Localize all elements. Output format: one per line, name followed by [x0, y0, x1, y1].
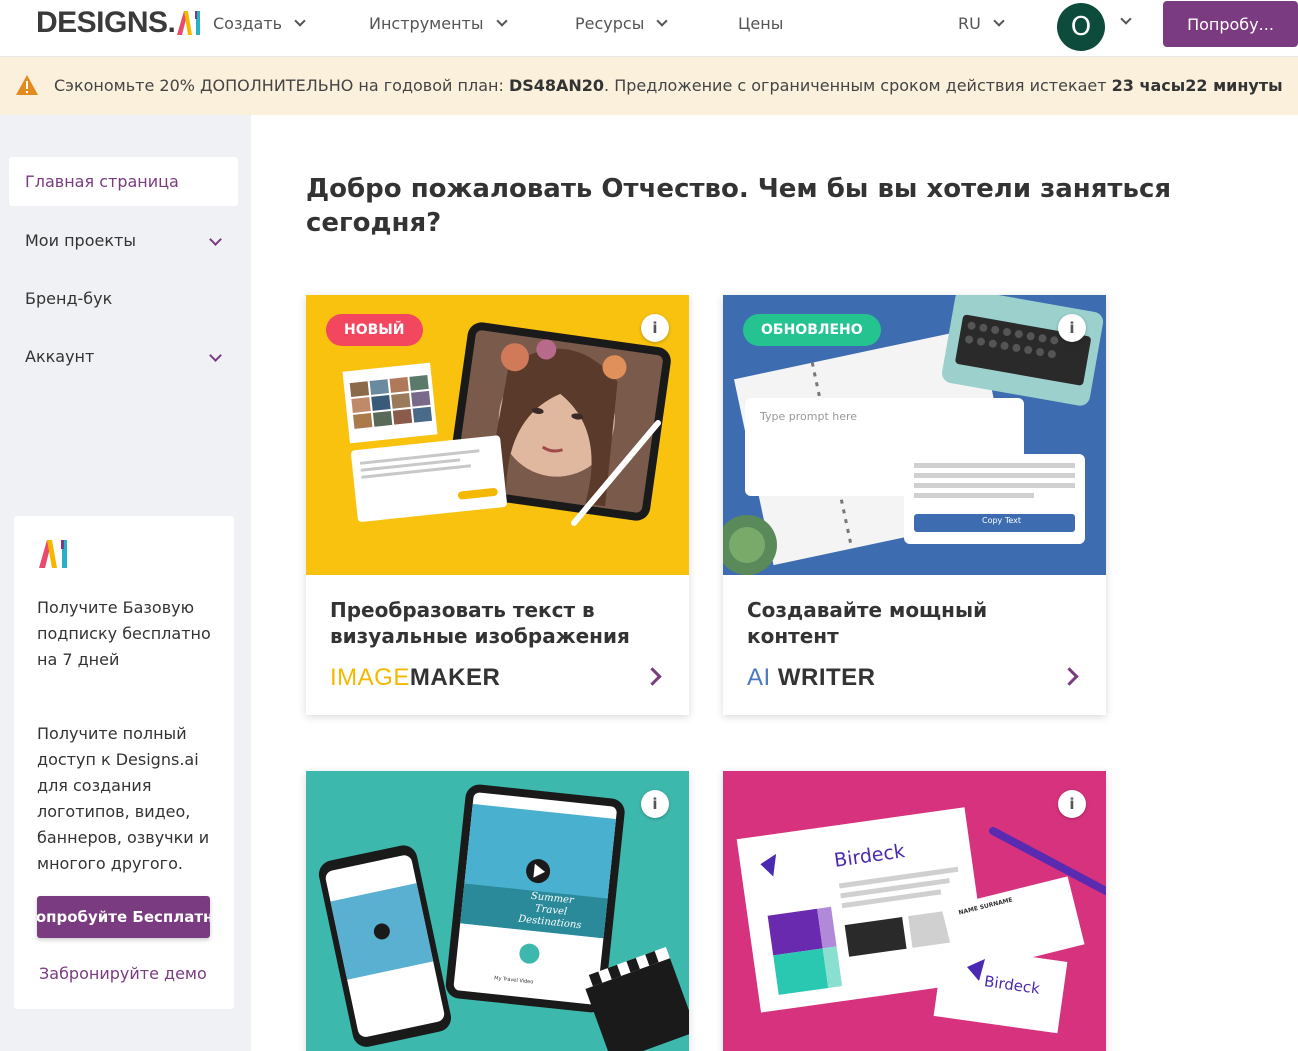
brand-light-text: AI: [747, 664, 771, 691]
logo-ai-mark-icon: [177, 11, 201, 35]
nav-pricing-label: Цены: [738, 13, 784, 33]
chevron-down-icon: [495, 14, 508, 27]
promo-banner: Сэкономьте 20% ДОПОЛНИТЕЛЬНО на годовой …: [0, 57, 1298, 115]
chevron-down-icon: [656, 14, 669, 27]
avatar-chevron-down-icon[interactable]: [1120, 13, 1132, 25]
updated-badge: ОБНОВЛЕНО: [743, 314, 881, 346]
card-video[interactable]: Summer Travel Destinations My Travel Vid…: [306, 771, 689, 1051]
nav-create[interactable]: Создать: [213, 12, 306, 34]
warning-icon: [16, 75, 38, 95]
nav-resources[interactable]: Ресурсы: [575, 12, 669, 34]
info-icon[interactable]: i: [1058, 314, 1086, 342]
sidebar-item-my-projects[interactable]: Мои проекты: [9, 216, 238, 265]
language-label: RU: [958, 13, 981, 33]
new-badge: НОВЫЙ: [326, 314, 423, 346]
chevron-right-icon[interactable]: [1060, 667, 1079, 686]
chevron-down-icon: [993, 14, 1005, 27]
imagemaker-illustration: НОВЫЙ i: [306, 295, 689, 575]
nav-tools-label: Инструменты: [369, 13, 484, 33]
logo-text: DESIGNS.: [36, 6, 176, 39]
chevron-down-icon: [209, 349, 222, 362]
sidebar-item-label: Аккаунт: [25, 347, 95, 366]
chevron-right-icon[interactable]: [643, 667, 662, 686]
trial-promo-headline: Получите Базовую подписку бесплатно на 7…: [37, 598, 211, 669]
product-name-imagemaker: IMAGEMAKER: [330, 664, 500, 692]
trial-promo-card: Получите Базовую подписку бесплатно на 7…: [14, 516, 234, 1009]
logo-maker-artwork: [736, 807, 1106, 1034]
video-artwork: [318, 784, 689, 1051]
card-imagemaker[interactable]: НОВЫЙ i Преобразовать текст в визуальные…: [306, 295, 689, 715]
top-navbar: DESIGNS. Создать Инструменты Ресурсы Цен…: [0, 0, 1298, 57]
video-illustration: Summer Travel Destinations My Travel Vid…: [306, 771, 689, 1051]
trial-promo-description: Получите полный доступ к Designs.ai для …: [37, 724, 210, 873]
try-button[interactable]: Попробу...: [1163, 1, 1298, 47]
brand-heavy-text: MAKER: [409, 664, 501, 691]
user-avatar[interactable]: O: [1057, 3, 1105, 51]
logo-maker-illustration: Birdeck Birdeck NAME SURNAME i: [723, 771, 1106, 1051]
promo-timer: 23 часы22 минуты: [1111, 76, 1283, 95]
copy-text-button: Copy Text: [982, 516, 1022, 525]
brand-heavy-text: WRITER: [770, 664, 876, 691]
card-title: Преобразовать текст в визуальные изображ…: [330, 598, 630, 648]
nav-resources-label: Ресурсы: [575, 13, 645, 33]
sidebar-item-label: Главная страница: [25, 172, 179, 191]
sidebar-item-label: Бренд-бук: [25, 289, 113, 308]
video-caption: Summer Travel Destinations: [517, 890, 582, 932]
sidebar-item-home[interactable]: Главная страница: [9, 157, 238, 206]
card-ai-writer[interactable]: Type prompt here Copy Text ОБНОВЛЕНО i С…: [723, 295, 1106, 715]
promo-code: DS48AN20: [508, 76, 605, 95]
chevron-down-icon: [294, 14, 306, 27]
book-demo-link[interactable]: Забронируйте демо: [39, 964, 207, 983]
promo-text: Сэкономьте 20% ДОПОЛНИТЕЛЬНО на годовой …: [54, 76, 1283, 95]
info-icon[interactable]: i: [641, 790, 669, 818]
promo-text-part: . Предложение с ограниченным сроком дейс…: [604, 76, 1112, 95]
prompt-placeholder: Type prompt here: [760, 410, 858, 423]
sidebar-item-brand-book[interactable]: Бренд-бук: [9, 274, 238, 323]
sidebar-item-account[interactable]: Аккаунт: [9, 332, 238, 381]
sidebar-item-label: Мои проекты: [25, 231, 136, 250]
language-selector[interactable]: RU: [958, 12, 1005, 34]
ai-writer-illustration: Type prompt here Copy Text ОБНОВЛЕНО i: [723, 295, 1106, 575]
chevron-down-icon: [209, 233, 222, 246]
try-free-button[interactable]: Попробуйте Бесплатно: [37, 896, 210, 938]
brand-light-text: IMAGE: [330, 664, 410, 691]
promo-text-part: Сэкономьте 20% ДОПОЛНИТЕЛЬНО на годовой …: [54, 76, 509, 95]
info-icon[interactable]: i: [1058, 790, 1086, 818]
nav-tools[interactable]: Инструменты: [369, 12, 508, 34]
product-name-ai-writer: AI WRITER: [747, 664, 876, 692]
info-icon[interactable]: i: [641, 314, 669, 342]
card-logo-maker[interactable]: Birdeck Birdeck NAME SURNAME i: [723, 771, 1106, 1051]
designs-ai-mark-icon: [39, 540, 67, 568]
nav-pricing[interactable]: Цены: [738, 12, 783, 34]
nav-create-label: Создать: [213, 13, 283, 33]
page-title: Добро пожаловать Отчество. Чем бы вы хот…: [306, 174, 1172, 238]
designs-ai-logo[interactable]: DESIGNS.: [36, 6, 205, 40]
card-title: Создавайте мощный контент: [747, 598, 988, 648]
